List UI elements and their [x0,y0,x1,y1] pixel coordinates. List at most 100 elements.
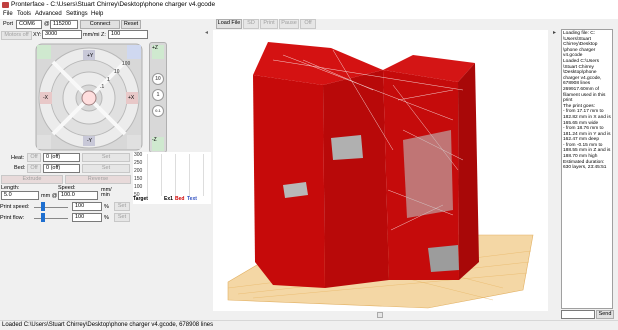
status-text: Loaded C:\Users\Stuart Chirrey\Desktop\p… [2,322,214,328]
ring-label-01: .1 [100,84,105,90]
print-flow-input[interactable]: 100 [72,213,102,222]
minus-y-label: -Y [87,138,92,144]
speed-input[interactable]: 100.0 [58,191,98,200]
pause-button[interactable]: Pause [279,19,299,29]
plus-z-button[interactable]: +Z [152,45,164,59]
minus-z-button[interactable]: -Z [152,137,164,151]
ring-label-100: 100 [122,61,131,67]
extrude-button[interactable]: Extrude [1,175,63,184]
collapse-left-arrow-icon[interactable]: ◂ [205,30,211,36]
model-window-3 [403,130,453,218]
length-unit: mm @ [41,193,58,199]
heat-off-button[interactable]: Off [27,153,41,162]
ring-label-1: 1 [107,77,110,83]
motors-off-button[interactable]: Motors off [1,31,32,40]
log-line: 630 layers, 23:45:51 [563,165,607,171]
bed-set-button[interactable]: Set [82,164,130,173]
home-x-icon [37,45,51,59]
temperature-graph: 300 250 200 150 100 50 Target Ex1 Bed Te… [133,152,211,204]
command-input[interactable] [561,310,595,319]
menu-file[interactable]: File [3,11,13,17]
print-flow-set-button[interactable]: Set [114,213,130,222]
connect-button[interactable]: Connect [80,20,120,29]
3d-gcode-viewer[interactable] [213,30,548,311]
xy-feed-label: XY: [33,32,42,38]
legend-ex1: Ex1 [164,196,173,202]
log-line: - from 18.76 mm to [563,126,604,132]
print-speed-set-button[interactable]: Set [114,202,130,211]
print-flow-thumb[interactable] [41,213,45,222]
bed-off-button[interactable]: Off [27,164,41,173]
console-log: Loading file: C: \Users\Stuart Chirrey\Des… [561,29,613,309]
model-window-4 [428,245,459,272]
print-flow-unit: % [104,215,109,221]
bed-label: Bed: [14,165,26,171]
home-y-icon [127,45,141,59]
print-flow-slider[interactable] [34,218,68,219]
print-flow-label: Print flow: [0,215,25,221]
send-button[interactable]: Send [596,310,614,319]
reverse-button[interactable]: Reverse [65,175,131,184]
bed-select[interactable]: 0 (off) [43,164,80,173]
print-speed-thumb[interactable] [41,202,45,211]
model-front-face [323,70,389,288]
heat-set-button[interactable]: Set [82,153,130,162]
print-speed-unit: % [104,204,109,210]
home-xy-icon [81,90,97,106]
model-window-1 [331,135,363,160]
title-bar: Pronterface - C:\Users\Stuart Chirrey\De… [0,0,618,10]
print-speed-slider[interactable] [34,207,68,208]
off-button[interactable]: Off [300,19,316,29]
status-bar: Loaded C:\Users\Stuart Chirrey\Desktop\p… [0,320,618,330]
menu-settings[interactable]: Settings [66,11,88,17]
z-step-01[interactable]: 0.1 [152,105,164,117]
legend-text: Text [187,196,197,202]
z-feed-input[interactable]: 100 [108,30,148,39]
heat-select[interactable]: 0 (off) [43,153,80,162]
reset-button[interactable]: Reset [121,20,141,29]
menu-help[interactable]: Help [91,11,103,17]
load-file-button[interactable]: Load File [216,19,242,29]
print-button[interactable]: Print [260,19,278,29]
model-right-side [458,63,479,280]
temp-tick-150: 150 [134,176,143,182]
length-input[interactable]: 5.0 [1,191,39,200]
gcode-model-render [227,42,534,309]
legend-target: Target [133,196,148,202]
print-speed-label: Print speed: [0,204,30,210]
z-feed-label: mm/mi Z: [83,32,106,38]
model-left-face [253,75,325,288]
log-line: 182.82 mm in X and is [563,114,611,120]
speed-unit: mm/ min [101,187,112,198]
xy-feed-input[interactable]: 3000 [42,30,82,39]
print-speed-input[interactable]: 100 [72,202,102,211]
menu-tools[interactable]: Tools [17,11,31,17]
control-panel: Port COM6 @ 115200 Connect Reset Motors … [0,19,211,320]
home-z-icon [127,135,141,149]
plus-x-label: +X [128,95,135,101]
heat-label: Heat: [11,155,25,161]
legend-bed: Bed [175,196,185,202]
menu-advanced[interactable]: Advanced [35,11,62,17]
window-title: Pronterface - C:\Users\Stuart Chirrey\De… [11,1,216,8]
temp-tick-200: 200 [134,168,143,174]
ring-label-10: 10 [114,69,120,75]
expand-down-icon[interactable] [377,312,383,318]
temp-tick-300: 300 [134,152,143,158]
z-step-10[interactable]: 10 [152,73,164,85]
z-step-1[interactable]: 1 [152,89,164,101]
at-label: @ [44,21,50,27]
baud-select[interactable]: 115200 [50,20,78,29]
menu-bar: File Tools Advanced Settings Help [0,10,618,19]
temp-tick-100: 100 [134,184,143,190]
app-icon [2,2,9,8]
port-label: Port [3,21,14,27]
plus-y-label: +Y [87,53,94,59]
minus-x-label: -X [43,95,48,101]
port-select[interactable]: COM6 [16,20,42,29]
home-all-icon [37,135,51,149]
sd-button[interactable]: SD [243,19,259,29]
z-jog-control[interactable]: +Z 10 1 0.1 -Z [149,42,167,153]
collapse-right-arrow-icon[interactable]: ▸ [553,30,559,36]
temp-tick-250: 250 [134,160,143,166]
